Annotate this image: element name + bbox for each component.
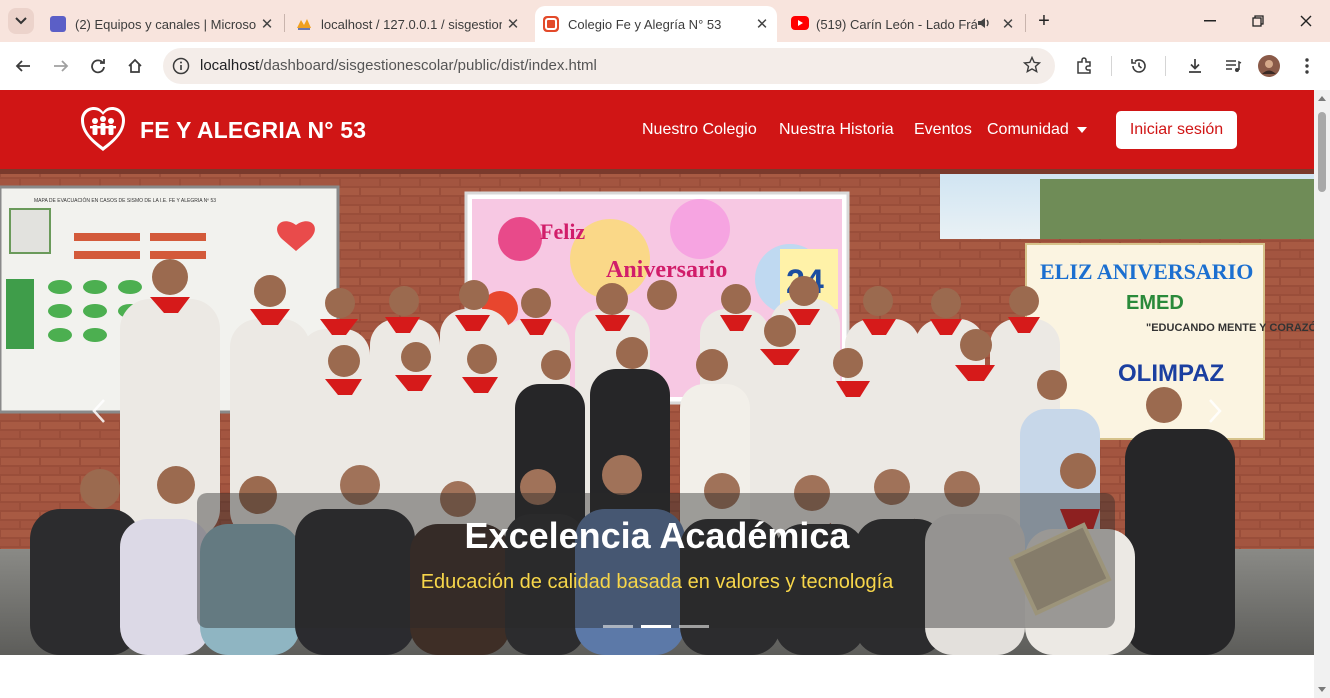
profile-avatar[interactable] bbox=[1257, 54, 1281, 78]
url-text[interactable]: localhost/dashboard/sisgestionescolar/pu… bbox=[200, 57, 597, 74]
nav-eventos[interactable]: Eventos bbox=[914, 121, 972, 139]
url-path: /dashboard/sisgestionescolar/public/dist… bbox=[259, 57, 597, 74]
banner-feliz: Feliz bbox=[540, 219, 585, 244]
new-tab-button[interactable]: + bbox=[1026, 8, 1062, 34]
home-button[interactable] bbox=[122, 53, 148, 79]
banner-right-emed: EMED bbox=[1126, 292, 1184, 314]
teams-icon bbox=[50, 16, 66, 32]
close-icon[interactable]: ✕ bbox=[502, 15, 524, 33]
carousel-indicator-3[interactable] bbox=[679, 625, 709, 628]
carousel-next-button[interactable] bbox=[1200, 391, 1230, 431]
hero-carousel: MAPA DE EVACUACIÓN EN CASOS DE SISMO DE … bbox=[0, 169, 1314, 655]
carousel-caption-subtitle: Educación de calidad basada en valores y… bbox=[420, 571, 894, 593]
carousel-caption-title: Excelencia Académica bbox=[464, 515, 850, 556]
restore-button[interactable] bbox=[1236, 8, 1280, 34]
tab-title: (519) Carín León - Lado Frá bbox=[816, 16, 977, 32]
reload-icon bbox=[91, 59, 105, 74]
browser-tab-strip: (2) Equipos y canales | Microsof ✕ local… bbox=[0, 0, 1330, 42]
history-icon[interactable] bbox=[1127, 54, 1151, 78]
banner-right-olimpaz: OLIMPAZ bbox=[1118, 360, 1224, 387]
nav-nuestra-historia[interactable]: Nuestra Historia bbox=[779, 121, 894, 139]
bookmark-star-icon[interactable] bbox=[1022, 55, 1042, 79]
forward-button[interactable] bbox=[48, 53, 74, 79]
phpmyadmin-icon bbox=[296, 16, 312, 32]
minimize-icon bbox=[1204, 20, 1216, 22]
toolbar-divider bbox=[1165, 56, 1166, 76]
tab-teams[interactable]: (2) Equipos y canales | Microsof ✕ bbox=[42, 6, 282, 42]
home-icon bbox=[128, 58, 142, 73]
login-button[interactable]: Iniciar sesión bbox=[1116, 111, 1237, 149]
url-host: localhost bbox=[200, 57, 260, 74]
nav-comunidad-dropdown[interactable]: Comunidad bbox=[987, 121, 1087, 139]
toolbar-divider bbox=[1111, 56, 1112, 76]
scrollbar-thumb[interactable] bbox=[1318, 112, 1326, 192]
nav-comunidad-label: Comunidad bbox=[987, 121, 1069, 138]
reload-button[interactable] bbox=[85, 53, 111, 79]
close-icon bbox=[1300, 15, 1312, 27]
restore-icon bbox=[1252, 15, 1264, 27]
youtube-icon bbox=[791, 16, 809, 32]
banner-right-motto: "EDUCANDO MENTE Y CORAZÓN" bbox=[1146, 321, 1314, 334]
tab-title: (2) Equipos y canales | Microsof bbox=[75, 16, 256, 32]
minimize-button[interactable] bbox=[1188, 8, 1232, 34]
browser-toolbar: localhost/dashboard/sisgestionescolar/pu… bbox=[0, 42, 1330, 90]
caret-down-icon bbox=[1076, 126, 1087, 133]
address-bar[interactable]: localhost/dashboard/sisgestionescolar/pu… bbox=[163, 48, 1055, 84]
back-button[interactable] bbox=[10, 53, 36, 79]
tab-phpmyadmin[interactable]: localhost / 127.0.0.1 / sisgestion ✕ bbox=[288, 6, 528, 42]
carousel-indicators bbox=[603, 625, 709, 628]
arrow-left-icon bbox=[15, 60, 30, 72]
carousel-indicator-1[interactable] bbox=[603, 625, 633, 628]
carousel-caption-box bbox=[197, 493, 1115, 628]
site-navbar: FE Y ALEGRIA N° 53 Nuestro Colegio Nuest… bbox=[0, 90, 1314, 169]
banner-aniversario: Aniversario bbox=[606, 257, 727, 283]
tab-divider bbox=[284, 14, 285, 32]
close-icon[interactable]: ✕ bbox=[256, 15, 278, 33]
scroll-down-arrow-icon[interactable] bbox=[1318, 687, 1326, 692]
tab-search-button[interactable] bbox=[8, 8, 34, 34]
arrow-right-icon bbox=[54, 60, 69, 72]
download-icon[interactable] bbox=[1183, 54, 1207, 78]
tab-title: Colegio Fe y Alegría N° 53 bbox=[568, 16, 722, 32]
chevron-down-icon bbox=[15, 17, 27, 25]
school-logo-icon[interactable] bbox=[79, 106, 127, 154]
menu-icon[interactable] bbox=[1295, 54, 1319, 78]
web-page: FE Y ALEGRIA N° 53 Nuestro Colegio Nuest… bbox=[0, 90, 1314, 698]
nav-nuestro-colegio[interactable]: Nuestro Colegio bbox=[642, 121, 757, 139]
carousel-indicator-2[interactable] bbox=[641, 625, 671, 628]
speaker-icon[interactable] bbox=[977, 16, 991, 33]
window-close-button[interactable] bbox=[1284, 8, 1328, 34]
page-scrollbar[interactable] bbox=[1314, 90, 1330, 698]
extensions-icon[interactable] bbox=[1072, 54, 1096, 78]
carousel-prev-button[interactable] bbox=[84, 391, 114, 431]
site-info-icon[interactable] bbox=[172, 57, 190, 80]
close-icon[interactable]: ✕ bbox=[751, 15, 773, 33]
tab-colegio[interactable]: Colegio Fe y Alegría N° 53 ✕ bbox=[535, 6, 777, 42]
banner-right-title: ELIZ ANIVERSARIO bbox=[1040, 259, 1253, 284]
tab-title: localhost / 127.0.0.1 / sisgestion bbox=[321, 16, 502, 32]
chevron-left-icon bbox=[92, 399, 105, 423]
media-control-icon[interactable] bbox=[1221, 54, 1245, 78]
chevron-right-icon bbox=[1209, 399, 1222, 423]
banner-left-title: MAPA DE EVACUACIÓN EN CASOS DE SISMO DE … bbox=[34, 197, 216, 204]
brand-name[interactable]: FE Y ALEGRIA N° 53 bbox=[140, 117, 366, 144]
close-icon[interactable]: ✕ bbox=[997, 15, 1019, 33]
scroll-up-arrow-icon[interactable] bbox=[1318, 96, 1326, 101]
tab-youtube[interactable]: (519) Carín León - Lado Frá ✕ bbox=[783, 6, 1023, 42]
site-icon bbox=[543, 16, 559, 32]
